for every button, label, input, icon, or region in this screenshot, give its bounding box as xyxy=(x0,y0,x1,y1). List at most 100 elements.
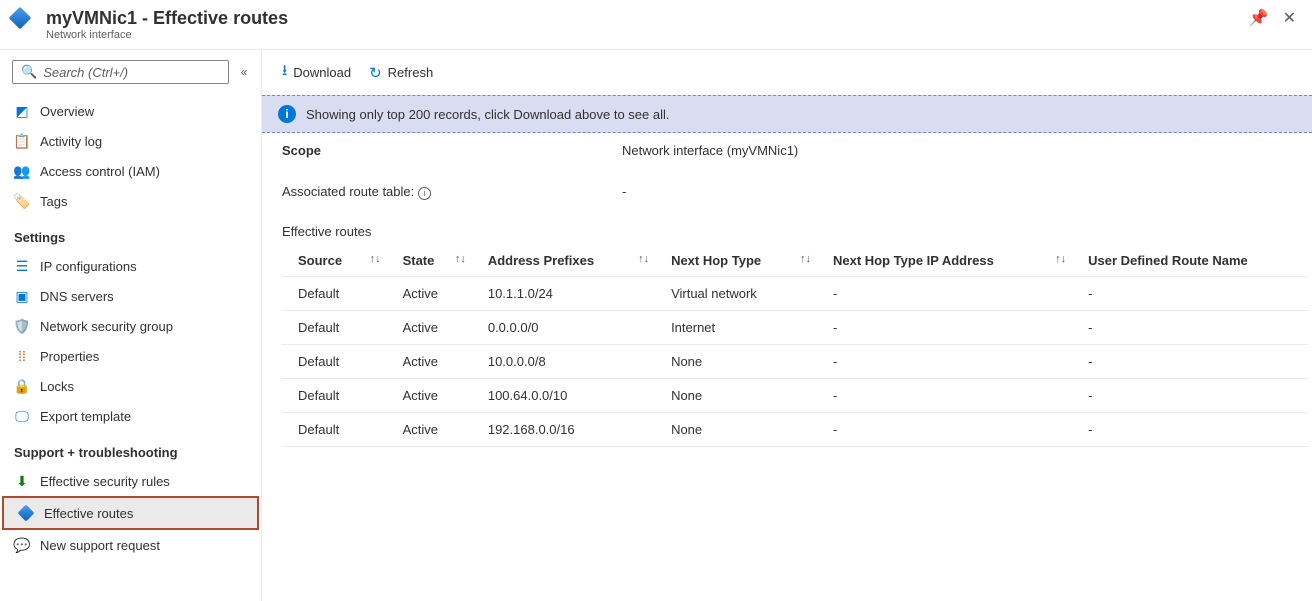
page-title: myVMNic1 - Effective routes xyxy=(46,8,1249,29)
cell-hop: None xyxy=(665,344,827,378)
cell-udr: - xyxy=(1082,276,1308,310)
cell-prefix: 100.64.0.0/10 xyxy=(482,378,665,412)
cell-ip: - xyxy=(827,310,1082,344)
sidebar-item-label: Locks xyxy=(40,379,74,394)
col-next-hop-type[interactable]: Next Hop Type↑↓ xyxy=(665,245,827,277)
eff-security-rules-icon: ⬇ xyxy=(14,473,30,489)
network-interface-icon xyxy=(12,10,36,34)
sort-icon: ↑↓ xyxy=(455,253,466,265)
sidebar-item-properties[interactable]: ⁞⁞ Properties xyxy=(0,341,261,371)
sidebar-item-dns-servers[interactable]: ▣ DNS servers xyxy=(0,281,261,311)
cell-source: Default xyxy=(282,344,397,378)
sidebar-item-nsg[interactable]: 🛡️ Network security group xyxy=(0,311,261,341)
assoc-route-table-value: - xyxy=(622,184,626,200)
cell-prefix: 192.168.0.0/16 xyxy=(482,412,665,446)
ip-config-icon: ☰ xyxy=(14,258,30,274)
sidebar-item-tags[interactable]: 🏷️ Tags xyxy=(0,186,261,216)
sidebar-section-settings: Settings xyxy=(0,216,261,251)
tags-icon: 🏷️ xyxy=(14,193,30,209)
refresh-button[interactable]: ↻Refresh xyxy=(369,60,433,85)
sidebar-item-export-template[interactable]: 🖵Export template xyxy=(0,401,261,431)
cell-state: Active xyxy=(397,378,482,412)
sidebar-item-label: DNS servers xyxy=(40,289,114,304)
properties-icon: ⁞⁞ xyxy=(14,348,30,364)
sidebar-item-label: Effective security rules xyxy=(40,474,170,489)
cell-ip: - xyxy=(827,276,1082,310)
sidebar-item-effective-routes[interactable]: Effective routes xyxy=(4,498,257,528)
toolbar: ⭳Download ↻Refresh xyxy=(262,50,1312,95)
cell-source: Default xyxy=(282,276,397,310)
blade-header: myVMNic1 - Effective routes Network inte… xyxy=(0,0,1312,50)
sidebar-item-label: IP configurations xyxy=(40,259,137,274)
col-next-hop-ip[interactable]: Next Hop Type IP Address↑↓ xyxy=(827,245,1082,277)
sort-icon: ↑↓ xyxy=(370,253,381,265)
cell-state: Active xyxy=(397,412,482,446)
sidebar-item-locks[interactable]: 🔒 Locks xyxy=(0,371,261,401)
info-icon: i xyxy=(278,105,296,123)
cell-udr: - xyxy=(1082,344,1308,378)
access-control-icon: 👥 xyxy=(14,163,30,179)
sort-icon: ↑↓ xyxy=(638,253,649,265)
cell-state: Active xyxy=(397,276,482,310)
cell-state: Active xyxy=(397,310,482,344)
new-support-icon: 💬 xyxy=(14,537,30,553)
sidebar-item-label: New support request xyxy=(40,538,160,553)
overview-icon: ◩ xyxy=(14,103,30,119)
sidebar-item-label: Properties xyxy=(40,349,99,364)
col-state[interactable]: State↑↓ xyxy=(397,245,482,277)
sort-icon: ↑↓ xyxy=(1055,253,1066,265)
col-source[interactable]: Source↑↓ xyxy=(282,245,397,277)
collapse-sidebar-icon[interactable]: « xyxy=(235,65,253,79)
cell-state: Active xyxy=(397,344,482,378)
activity-log-icon: 📋 xyxy=(14,133,30,149)
header-title-block: myVMNic1 - Effective routes Network inte… xyxy=(46,8,1249,41)
sidebar-item-access-control[interactable]: 👥Access control (IAM) xyxy=(0,156,261,186)
close-icon[interactable]: ✕ xyxy=(1283,8,1296,28)
eff-routes-icon xyxy=(18,505,34,521)
dns-servers-icon: ▣ xyxy=(14,288,30,304)
cell-hop: Virtual network xyxy=(665,276,827,310)
cell-udr: - xyxy=(1082,412,1308,446)
cell-udr: - xyxy=(1082,378,1308,412)
search-icon: 🔍 xyxy=(21,64,37,80)
sort-icon: ↑↓ xyxy=(800,253,811,265)
sidebar-item-label: Export template xyxy=(40,409,131,424)
sidebar-item-activity-log[interactable]: 📋 Activity log xyxy=(0,126,261,156)
cell-hop: Internet xyxy=(665,310,827,344)
search-input[interactable]: 🔍 Search (Ctrl+/) xyxy=(12,60,229,84)
sidebar-item-ip-configurations[interactable]: ☰ IP configurations xyxy=(0,251,261,281)
sidebar-item-label: Tags xyxy=(40,194,67,209)
refresh-label: Refresh xyxy=(388,65,434,80)
download-button[interactable]: ⭳Download xyxy=(282,60,351,85)
cell-ip: - xyxy=(827,412,1082,446)
cell-source: Default xyxy=(282,378,397,412)
main-content: ⭳Download ↻Refresh i Showing only top 20… xyxy=(262,50,1312,601)
sidebar-item-effective-security-rules[interactable]: ⬇ Effective security rules xyxy=(0,466,261,496)
sidebar-item-label: Activity log xyxy=(40,134,102,149)
download-label: Download xyxy=(293,65,351,80)
col-udr-name[interactable]: User Defined Route Name xyxy=(1082,245,1308,277)
nsg-icon: 🛡️ xyxy=(14,318,30,334)
col-address-prefixes[interactable]: Address Prefixes↑↓ xyxy=(482,245,665,277)
sidebar-section-support: Support + troubleshooting xyxy=(0,431,261,466)
effective-routes-table: Source↑↓ State↑↓ Address Prefixes↑↓ Next… xyxy=(282,245,1308,447)
sidebar-item-new-support-request[interactable]: 💬 New support request xyxy=(0,530,261,560)
pin-icon[interactable]: 📌 xyxy=(1249,8,1269,28)
sidebar-item-overview[interactable]: ◩Overview xyxy=(0,96,261,126)
sidebar-item-label: Effective routes xyxy=(44,506,133,521)
sidebar-item-label: Network security group xyxy=(40,319,173,334)
info-banner: i Showing only top 200 records, click Do… xyxy=(262,95,1312,133)
info-tooltip-icon[interactable]: i xyxy=(418,187,431,200)
locks-icon: 🔒 xyxy=(14,378,30,394)
search-placeholder: Search (Ctrl+/) xyxy=(43,65,128,80)
cell-source: Default xyxy=(282,310,397,344)
sidebar: 🔍 Search (Ctrl+/) « ◩Overview 📋 Activity … xyxy=(0,50,262,601)
assoc-route-table-label: Associated route table:i xyxy=(282,184,622,200)
page-subtitle: Network interface xyxy=(46,29,1249,41)
cell-udr: - xyxy=(1082,310,1308,344)
cell-ip: - xyxy=(827,378,1082,412)
table-row: DefaultActive0.0.0.0/0Internet-- xyxy=(282,310,1308,344)
cell-ip: - xyxy=(827,344,1082,378)
scope-label: Scope xyxy=(282,143,622,158)
cell-hop: None xyxy=(665,412,827,446)
